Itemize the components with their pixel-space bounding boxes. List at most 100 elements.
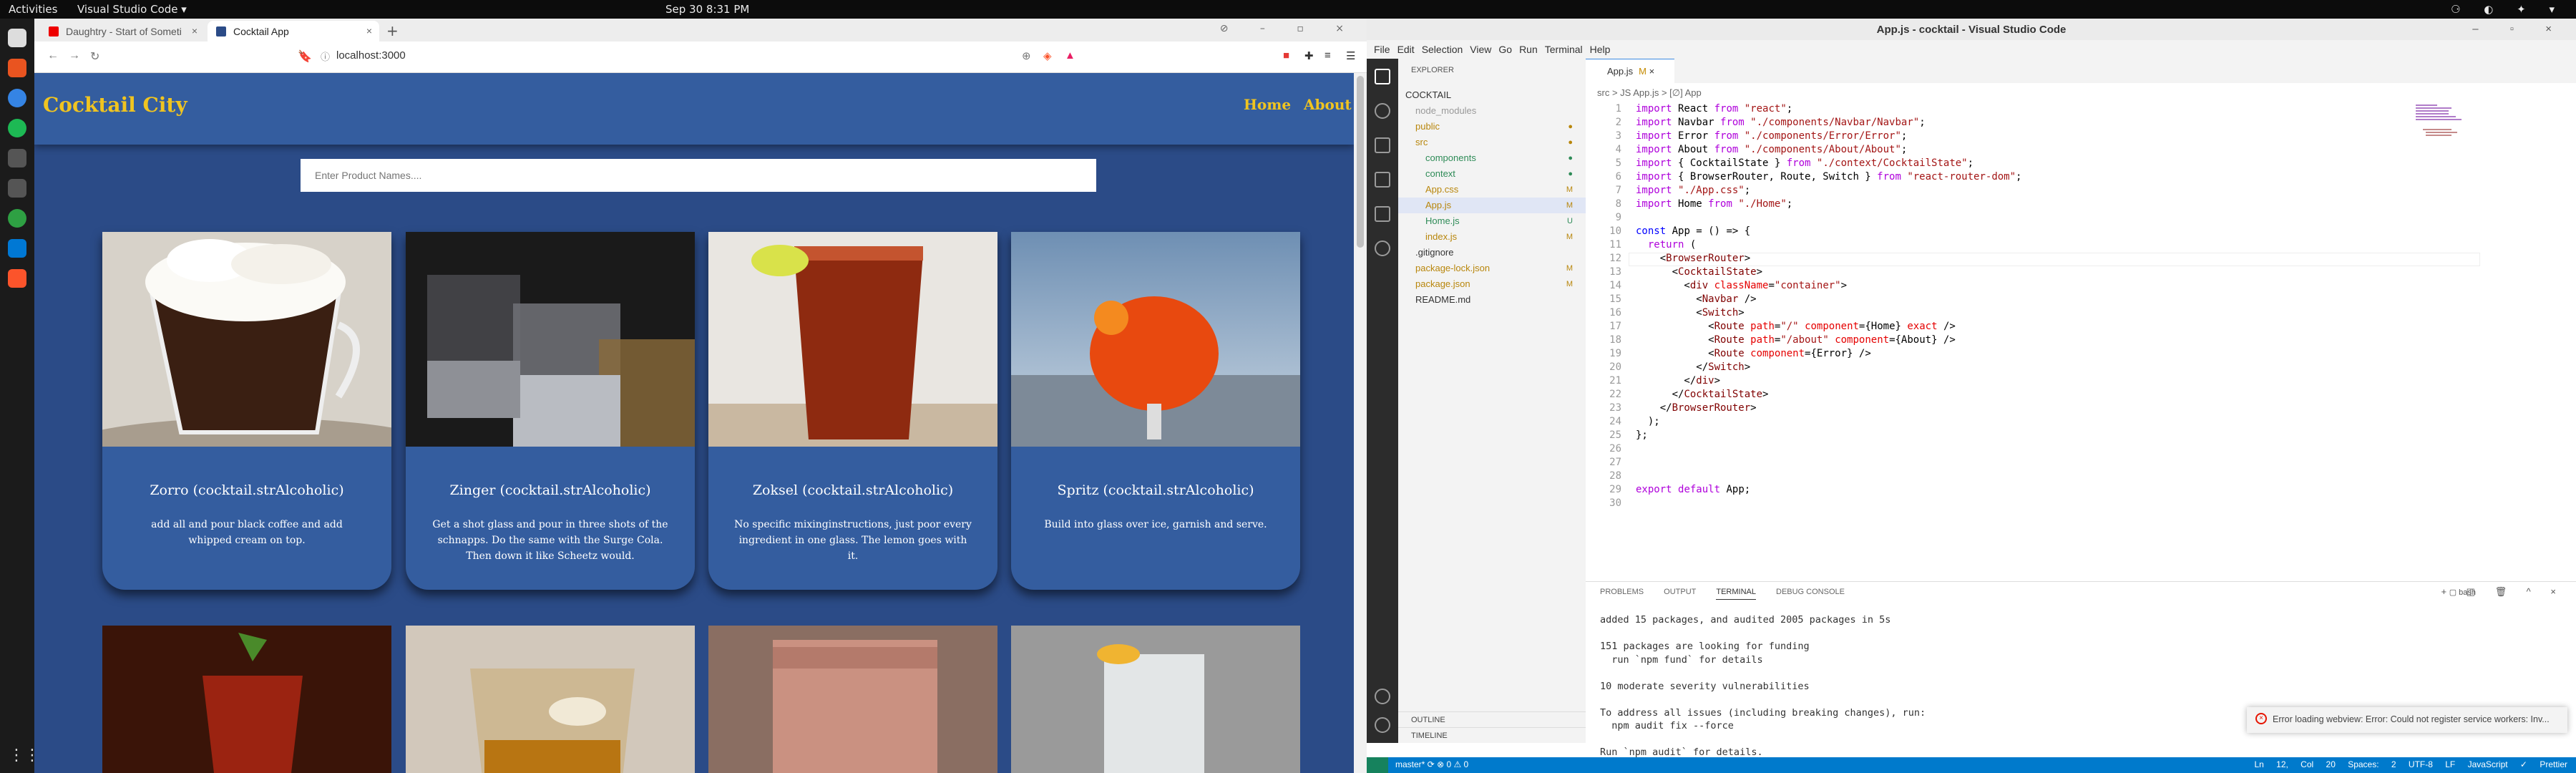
window-controls[interactable]: ⊘ – ▫ × — [1220, 23, 1358, 34]
files-icon[interactable] — [8, 29, 26, 47]
timeline-section[interactable]: TIMELINE — [1398, 727, 1586, 743]
new-tab-button[interactable]: + — [386, 22, 399, 39]
menu-edit[interactable]: Edit — [1390, 40, 1415, 55]
cocktail-card[interactable] — [1011, 626, 1300, 773]
nav-home[interactable]: Home — [1244, 96, 1291, 113]
minimap[interactable] — [2416, 103, 2487, 146]
cocktail-card[interactable] — [406, 626, 695, 773]
file-tree-item[interactable]: index.js M — [1398, 229, 1586, 245]
code-line[interactable]: </Switch> — [1636, 361, 1750, 373]
tab-youtube[interactable]: Daughtry - Start of Someti × — [40, 21, 205, 42]
error-notification[interactable]: × Error loading webview: Error: Could no… — [2247, 707, 2567, 733]
code-line[interactable]: <Route path="/about" component={About} /… — [1636, 334, 1956, 346]
source-control-icon[interactable] — [1375, 137, 1390, 153]
code-line[interactable]: import Home from "./Home"; — [1636, 198, 1792, 210]
rewards-icon[interactable]: ▲ — [1065, 49, 1075, 62]
search-icon[interactable] — [1375, 103, 1390, 119]
code-line[interactable]: </div> — [1636, 375, 1720, 386]
close-icon[interactable]: × — [366, 25, 372, 37]
code-line[interactable]: import Error from "./components/Error/Er… — [1636, 130, 1907, 142]
terminal-icon[interactable] — [8, 149, 26, 167]
menu-icon[interactable]: ☰ — [1346, 49, 1355, 62]
file-tree-item[interactable]: App.js M — [1398, 198, 1586, 213]
code-line[interactable]: import React from "react"; — [1636, 103, 1792, 115]
code-line[interactable]: <Route path="/" component={Home} exact /… — [1636, 321, 1956, 332]
file-tree-item[interactable]: package.json M — [1398, 276, 1586, 292]
info-icon[interactable]: ⓘ — [321, 49, 330, 63]
panel-actions[interactable]: + ◫ 🗑 ^ × — [2441, 586, 2565, 598]
code-line[interactable]: <Navbar /> — [1636, 293, 1756, 305]
brave-shield-icon[interactable]: ◈ — [1043, 49, 1052, 62]
file-tree-item[interactable]: .gitignore — [1398, 245, 1586, 261]
file-tree-item[interactable]: context ● — [1398, 166, 1586, 182]
file-tree-item[interactable]: src ● — [1398, 135, 1586, 150]
status-left[interactable]: master* ⟳ ⊗ 0 ⚠ 0 — [1395, 759, 1468, 769]
code-line[interactable]: <Switch> — [1636, 307, 1744, 319]
clock[interactable]: Sep 30 8:31 PM — [665, 3, 749, 16]
brave-icon[interactable] — [8, 269, 26, 288]
file-tree-item[interactable]: COCKTAIL — [1398, 87, 1586, 103]
tab-problems[interactable]: PROBLEMS — [1600, 588, 1644, 596]
window-controls[interactable]: – ▫ × — [2472, 23, 2566, 35]
breadcrumb[interactable]: src > JS App.js > [∅] App — [1597, 87, 1702, 99]
file-tree-item[interactable]: node_modules — [1398, 103, 1586, 119]
code-line[interactable]: ); — [1636, 416, 1660, 427]
menu-file[interactable]: File — [1367, 40, 1390, 55]
file-tree-item[interactable]: App.css M — [1398, 182, 1586, 198]
spotify-icon[interactable] — [8, 119, 26, 137]
cocktail-card[interactable] — [708, 626, 997, 773]
code-line[interactable]: import "./App.css"; — [1636, 185, 1750, 196]
menu-terminal[interactable]: Terminal — [1538, 40, 1583, 55]
close-icon[interactable]: × — [192, 25, 197, 37]
scrollbar-thumb[interactable] — [1357, 76, 1364, 248]
bookmark-icon[interactable]: 🔖 — [298, 49, 312, 64]
tab-terminal[interactable]: TERMINAL — [1716, 588, 1756, 600]
code-line[interactable]: </CocktailState> — [1636, 389, 1769, 400]
cocktail-card[interactable]: Zinger (cocktail.strAlcoholic) Get a sho… — [406, 232, 695, 590]
software-icon[interactable] — [8, 59, 26, 77]
code-line[interactable]: </BrowserRouter> — [1636, 402, 1757, 414]
app-menu[interactable]: Visual Studio Code ▾ — [77, 3, 187, 16]
tab-debug-console[interactable]: DEBUG CONSOLE — [1776, 588, 1845, 596]
code-line[interactable]: <div className="container"> — [1636, 280, 1847, 291]
account-icon[interactable] — [1375, 689, 1390, 704]
code-line[interactable]: import Navbar from "./components/Navbar/… — [1636, 117, 1926, 128]
system-tray[interactable]: ⚆ ◐ ✦ ▾ — [2451, 3, 2565, 16]
zoom-icon[interactable]: ⊕ — [1022, 49, 1031, 62]
code-line[interactable]: import About from "./components/About/Ab… — [1636, 144, 1907, 155]
site-brand[interactable]: Cocktail City — [43, 93, 187, 117]
code-line[interactable]: <Route component={Error} /> — [1636, 348, 1871, 359]
close-icon[interactable]: × — [1649, 66, 1655, 77]
menu-selection[interactable]: Selection — [1415, 40, 1463, 55]
explorer-icon[interactable] — [1375, 69, 1390, 84]
code-line[interactable]: }; — [1636, 429, 1648, 441]
cocktail-card[interactable]: Spritz (cocktail.strAlcoholic) Build int… — [1011, 232, 1300, 590]
tab-output[interactable]: OUTPUT — [1664, 588, 1696, 596]
help-icon[interactable] — [8, 89, 26, 107]
vscode-icon[interactable] — [8, 239, 26, 258]
cocktail-card[interactable] — [102, 626, 391, 773]
page-scrollbar[interactable] — [1354, 73, 1367, 773]
search-input[interactable] — [301, 159, 1096, 192]
outline-section[interactable]: OUTLINE — [1398, 711, 1586, 727]
chrome-icon[interactable] — [8, 209, 26, 228]
code-line[interactable]: import { CocktailState } from "./context… — [1636, 157, 1974, 169]
run-debug-icon[interactable] — [1375, 172, 1390, 188]
cocktail-card[interactable]: Zoksel (cocktail.strAlcoholic) No specif… — [708, 232, 997, 590]
code-line[interactable]: export default App; — [1636, 484, 1750, 495]
menu-run[interactable]: Run — [1512, 40, 1538, 55]
file-tree-item[interactable]: components ● — [1398, 150, 1586, 166]
code-line[interactable]: const App = () => { — [1636, 225, 1750, 237]
extension-icon[interactable]: ■ — [1283, 49, 1289, 62]
forward-icon[interactable]: → — [69, 49, 80, 62]
cocktail-card[interactable]: Zorro (cocktail.strAlcoholic) add all an… — [102, 232, 391, 590]
code-line[interactable]: <BrowserRouter> — [1636, 253, 1750, 264]
file-tree-item[interactable]: public ● — [1398, 119, 1586, 135]
file-tree-item[interactable]: Home.js U — [1398, 213, 1586, 229]
code-line[interactable]: import { BrowserRouter, Route, Switch } … — [1636, 171, 2021, 183]
extensions-icon[interactable] — [1375, 206, 1390, 222]
tab-cocktail[interactable]: Cocktail App × — [208, 21, 379, 42]
nav-about[interactable]: About — [1304, 96, 1352, 113]
back-icon[interactable]: ← — [47, 49, 59, 62]
playlist-icon[interactable]: ≡ — [1324, 49, 1331, 62]
